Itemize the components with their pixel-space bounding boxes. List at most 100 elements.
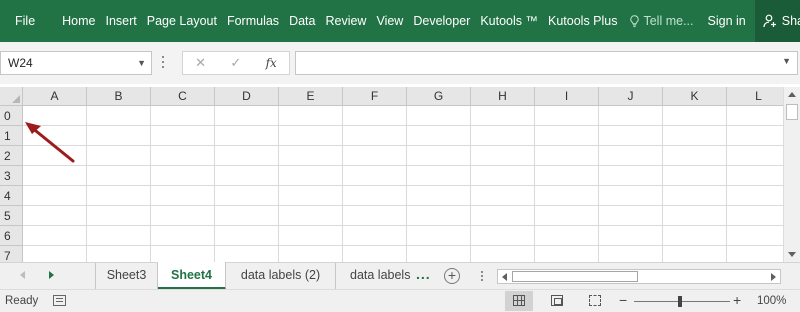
normal-view-button[interactable] <box>505 291 533 311</box>
cell-j0[interactable] <box>599 106 663 126</box>
cell-h6[interactable] <box>471 226 535 246</box>
cell-h5[interactable] <box>471 206 535 226</box>
cell-c1[interactable] <box>151 126 215 146</box>
row-header-7[interactable]: 7 <box>0 246 23 262</box>
page-break-view-button[interactable] <box>581 291 609 311</box>
cell-l1[interactable] <box>727 126 783 146</box>
sheet-tab-data-labels-2[interactable]: data labels (2) <box>226 263 336 289</box>
cell-l3[interactable] <box>727 166 783 186</box>
sheet-tab-sheet3[interactable]: Sheet3 <box>95 263 158 289</box>
row-header-0[interactable]: 0 <box>0 106 23 126</box>
cell-e4[interactable] <box>279 186 343 206</box>
sign-in-link[interactable]: Sign in <box>699 0 755 42</box>
cell-b0[interactable] <box>87 106 151 126</box>
cell-l7[interactable] <box>727 246 783 262</box>
column-header-a[interactable]: A <box>23 87 87 106</box>
tab-home[interactable]: Home <box>57 0 100 42</box>
cell-d4[interactable] <box>215 186 279 206</box>
cell-e7[interactable] <box>279 246 343 262</box>
column-header-d[interactable]: D <box>215 87 279 106</box>
cell-h7[interactable] <box>471 246 535 262</box>
cell-i7[interactable] <box>535 246 599 262</box>
cell-f1[interactable] <box>343 126 407 146</box>
column-header-l[interactable]: L <box>727 87 783 106</box>
cell-j1[interactable] <box>599 126 663 146</box>
cell-k7[interactable] <box>663 246 727 262</box>
cell-l5[interactable] <box>727 206 783 226</box>
cell-j2[interactable] <box>599 146 663 166</box>
cell-j6[interactable] <box>599 226 663 246</box>
column-header-g[interactable]: G <box>407 87 471 106</box>
page-layout-view-button[interactable] <box>543 291 571 311</box>
tab-kutools[interactable]: Kutools ™ <box>475 0 543 42</box>
scroll-down-icon[interactable] <box>784 246 800 262</box>
cell-g4[interactable] <box>407 186 471 206</box>
cell-d1[interactable] <box>215 126 279 146</box>
tab-page-layout[interactable]: Page Layout <box>142 0 222 42</box>
cancel-icon[interactable]: ✕ <box>195 55 206 71</box>
cell-f4[interactable] <box>343 186 407 206</box>
add-sheet-button[interactable]: + <box>444 268 460 284</box>
macro-record-icon[interactable] <box>53 295 66 306</box>
cell-a7[interactable] <box>23 246 87 262</box>
horizontal-scroll-thumb[interactable] <box>512 271 638 282</box>
tab-file[interactable]: File <box>0 0 57 42</box>
sheet-tab-sheet4[interactable]: Sheet4 <box>158 262 226 290</box>
row-header-1[interactable]: 1 <box>0 126 23 146</box>
select-all-button[interactable] <box>0 87 23 106</box>
cell-f7[interactable] <box>343 246 407 262</box>
cell-b4[interactable] <box>87 186 151 206</box>
tab-developer[interactable]: Developer <box>408 0 475 42</box>
cell-e5[interactable] <box>279 206 343 226</box>
cell-k1[interactable] <box>663 126 727 146</box>
cell-k0[interactable] <box>663 106 727 126</box>
scroll-right-icon[interactable] <box>771 273 776 281</box>
worksheet-grid[interactable]: ABCDEFGHIJKL 01234567 <box>0 87 783 262</box>
insert-function-icon[interactable]: fx <box>266 56 277 70</box>
cell-f2[interactable] <box>343 146 407 166</box>
tab-split-handle[interactable] <box>481 271 485 283</box>
cell-h4[interactable] <box>471 186 535 206</box>
row-header-3[interactable]: 3 <box>0 166 23 186</box>
cell-b7[interactable] <box>87 246 151 262</box>
cell-k4[interactable] <box>663 186 727 206</box>
column-header-c[interactable]: C <box>151 87 215 106</box>
scroll-up-icon[interactable] <box>784 87 800 103</box>
cell-g1[interactable] <box>407 126 471 146</box>
cell-g6[interactable] <box>407 226 471 246</box>
column-header-i[interactable]: I <box>535 87 599 106</box>
cell-k5[interactable] <box>663 206 727 226</box>
cell-b1[interactable] <box>87 126 151 146</box>
horizontal-scrollbar[interactable] <box>497 269 781 284</box>
cell-b3[interactable] <box>87 166 151 186</box>
zoom-slider-knob[interactable] <box>678 296 682 307</box>
cell-l0[interactable] <box>727 106 783 126</box>
row-header-4[interactable]: 4 <box>0 186 23 206</box>
next-sheet-icon[interactable] <box>49 271 54 279</box>
cell-i0[interactable] <box>535 106 599 126</box>
row-header-6[interactable]: 6 <box>0 226 23 246</box>
cell-d3[interactable] <box>215 166 279 186</box>
cell-f3[interactable] <box>343 166 407 186</box>
cell-j4[interactable] <box>599 186 663 206</box>
column-header-b[interactable]: B <box>87 87 151 106</box>
cell-d7[interactable] <box>215 246 279 262</box>
cell-e6[interactable] <box>279 226 343 246</box>
cell-k3[interactable] <box>663 166 727 186</box>
tab-data[interactable]: Data <box>284 0 320 42</box>
chevron-down-icon[interactable]: ▼ <box>137 52 146 74</box>
cell-f6[interactable] <box>343 226 407 246</box>
more-sheets-button[interactable]: ... <box>416 263 431 289</box>
column-header-e[interactable]: E <box>279 87 343 106</box>
cell-i4[interactable] <box>535 186 599 206</box>
cell-c3[interactable] <box>151 166 215 186</box>
zoom-out-button[interactable]: − <box>619 292 627 308</box>
tab-review[interactable]: Review <box>320 0 371 42</box>
cell-j5[interactable] <box>599 206 663 226</box>
share-button[interactable]: Share <box>754 0 800 42</box>
formula-input[interactable]: ▼ <box>295 51 798 75</box>
cell-b5[interactable] <box>87 206 151 226</box>
column-header-j[interactable]: J <box>599 87 663 106</box>
cell-f5[interactable] <box>343 206 407 226</box>
expand-formula-icon[interactable]: ▼ <box>782 56 791 66</box>
